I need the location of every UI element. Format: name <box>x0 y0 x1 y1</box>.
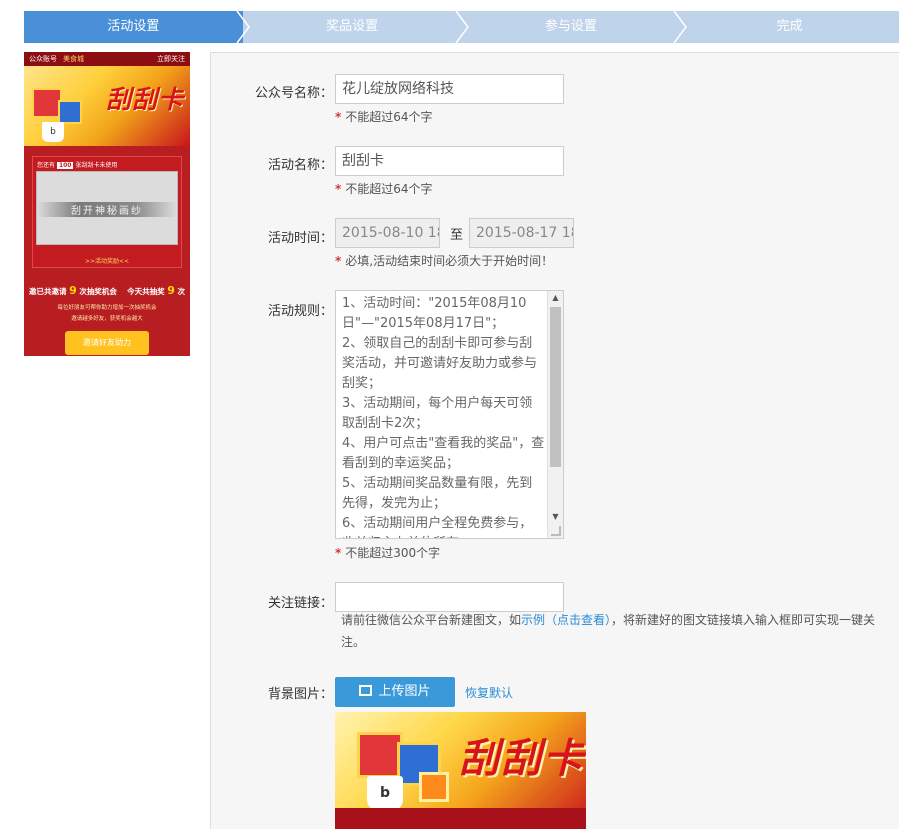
scroll-thumb[interactable] <box>550 307 561 467</box>
account-name-hint-text: 不能超过64个字 <box>345 110 433 124</box>
preview-top-bar: 公众账号 美食城 立即关注 <box>24 52 190 66</box>
rules-scrollbar[interactable]: ▲ ▼ <box>547 291 563 538</box>
end-time-input[interactable]: 2015-08-17 18 <box>469 218 574 248</box>
preview-remaining-post: 张刮刮卡未使用 <box>75 162 118 169</box>
follow-link-description: 请前往微信公众平台新建图文，如示例（点击查看），将新建好的图文链接填入输入框即可… <box>341 609 891 653</box>
example-link[interactable]: 示例（点击查看） <box>521 613 611 627</box>
activity-settings-form: 公众号名称： 花儿绽放网络科技 * 不能超过64个字 活动名称： 刮刮卡 * 不能超… <box>210 52 899 829</box>
required-star: * <box>335 182 342 196</box>
time-range-separator: 至 <box>450 228 464 243</box>
preview-note-line-2: 邀请越多好友，获奖机会越大 <box>71 316 143 322</box>
preview-account-name: 美食城 <box>63 55 84 63</box>
step-arrow-icon <box>673 11 688 43</box>
follow-link-desc-pre: 请前往微信公众平台新建图文，如 <box>341 613 522 627</box>
rules-textarea[interactable]: 1、活动时间："2015年08月10日"—"2015年08月17日"； 2、领取… <box>335 290 564 539</box>
preview-remaining-count: 100 <box>56 162 74 169</box>
preview-account-label: 公众账号 <box>29 55 57 63</box>
image-icon <box>359 685 373 696</box>
background-image-label: 背景图片： <box>267 687 333 702</box>
stats-right-num: 9 <box>167 284 175 297</box>
activity-name-hint-text: 不能超过64个字 <box>345 182 433 196</box>
preview-scratch-panel: 您还有 100 张刮刮卡未使用 刮开神秘画纱 >>活动奖励<< <box>32 156 182 268</box>
step-progress-bar: 活动设置 奖品设置 参与设置 完成 <box>24 11 899 43</box>
start-time-input[interactable]: 2015-08-10 18 <box>335 218 440 248</box>
preview-scratch-area: 刮开神秘画纱 <box>36 171 178 245</box>
step-label: 参与设置 <box>544 19 597 34</box>
preview-banner-title: 刮刮卡 <box>105 85 184 114</box>
preview-more-text: >>活动奖励<< <box>84 258 130 265</box>
step-label: 完成 <box>776 19 803 34</box>
preview-invite-button: 邀请好友助力 <box>65 331 149 355</box>
stats-right-label: 今天共抽奖 <box>127 287 165 296</box>
step-participation-settings[interactable]: 参与设置 <box>461 11 688 43</box>
follow-link-label: 关注链接： <box>267 596 333 611</box>
rules-textarea-content: 1、活动时间："2015年08月10日"—"2015年08月17日"； 2、领取… <box>342 296 545 538</box>
scroll-up-icon[interactable]: ▲ <box>548 291 563 305</box>
preview-stats: 邀已共邀请 9 次抽奖机会 今天共抽奖 9 次 <box>24 284 190 297</box>
background-floor <box>335 808 586 829</box>
preview-follow-link: 立即关注 <box>157 55 185 63</box>
stats-left-num: 9 <box>69 284 77 297</box>
rules-label: 活动规则： <box>267 304 333 319</box>
preview-remaining-line: 您还有 100 张刮刮卡未使用 <box>33 157 181 172</box>
restore-default-link[interactable]: 恢复默认 <box>465 684 513 701</box>
upload-image-label: 上传图片 <box>378 684 431 699</box>
gift-box-icon <box>58 100 82 124</box>
resize-handle-icon[interactable] <box>551 526 561 536</box>
required-star: * <box>335 254 342 268</box>
account-name-label: 公众号名称： <box>254 86 333 101</box>
stats-right-post: 次 <box>177 287 186 296</box>
step-complete[interactable]: 完成 <box>680 11 899 43</box>
step-activity-settings[interactable]: 活动设置 <box>24 11 250 43</box>
preview-scratch-text: 刮开神秘画纱 <box>37 202 177 217</box>
scroll-down-icon[interactable]: ▼ <box>548 510 563 524</box>
preview-stats-right: 今天共抽奖 9 次 <box>127 284 185 297</box>
preview-remaining-pre: 您还有 <box>37 162 56 169</box>
background-image-title: 刮刮卡 <box>459 736 585 782</box>
activity-time-label: 活动时间： <box>267 231 333 246</box>
follow-link-input[interactable] <box>335 582 564 612</box>
account-name-input[interactable]: 花儿绽放网络科技 <box>335 74 564 104</box>
activity-time-hint: * 必填,活动结束时间必须大于开始时间！ <box>335 252 553 269</box>
activity-time-hint-text: 必填,活动结束时间必须大于开始时间！ <box>345 254 554 268</box>
activity-name-hint: * 不能超过64个字 <box>335 180 433 197</box>
rules-hint: * 不能超过300个字 <box>335 544 440 561</box>
background-image-preview: b 刮刮卡 <box>335 712 586 829</box>
step-label: 活动设置 <box>107 19 160 34</box>
gift-box-icon <box>419 772 449 802</box>
rules-hint-text: 不能超过300个字 <box>345 546 441 560</box>
stats-left-label: 邀已共邀请 <box>29 287 67 296</box>
upload-image-button[interactable]: 上传图片 <box>335 677 455 707</box>
mobile-preview: 公众账号 美食城 立即关注 b 刮刮卡 您还有 100 张刮刮卡未使用 刮开神秘… <box>24 52 190 356</box>
preview-note-line-1: 每位好朋友可帮你助力增加一次抽奖机会 <box>57 305 157 311</box>
step-arrow-icon <box>454 11 469 43</box>
required-star: * <box>335 546 342 560</box>
mug-icon: b <box>367 776 403 810</box>
preview-stats-left: 邀已共邀请 9 次抽奖机会 <box>29 284 117 297</box>
activity-name-label: 活动名称： <box>267 158 333 173</box>
account-name-hint: * 不能超过64个字 <box>335 108 433 125</box>
preview-note: 每位好朋友可帮你助力增加一次抽奖机会 邀请越多好友，获奖机会越大 <box>24 303 190 325</box>
preview-banner: b 刮刮卡 <box>24 66 190 146</box>
step-label: 奖品设置 <box>326 19 379 34</box>
step-prize-settings[interactable]: 奖品设置 <box>242 11 469 43</box>
stats-left-post: 次抽奖机会 <box>79 287 117 296</box>
activity-name-input[interactable]: 刮刮卡 <box>335 146 564 176</box>
step-arrow-icon <box>236 11 250 43</box>
mug-icon: b <box>42 122 64 142</box>
required-star: * <box>335 110 342 124</box>
